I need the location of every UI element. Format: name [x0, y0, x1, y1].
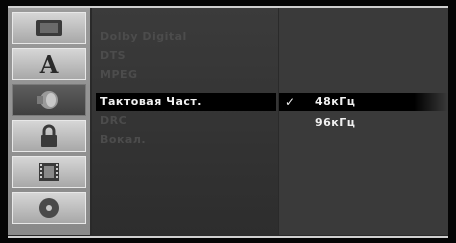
audio-options-column: Dolby Digital DTS MPEG Тактовая Част. DR…	[92, 8, 278, 235]
recording-icon	[39, 163, 59, 181]
value-column: ✓ 48кГц 96кГц	[279, 8, 448, 235]
category-recording[interactable]	[12, 156, 86, 188]
screen: A Dolby Digital DTS MPEG Тактовая Част. …	[0, 0, 456, 243]
option-drc[interactable]: DRC	[96, 112, 276, 130]
checkmark-icon: ✓	[285, 95, 296, 109]
option-mpeg[interactable]: MPEG	[96, 66, 276, 84]
audio-icon	[37, 91, 58, 109]
option-vocal[interactable]: Вокал.	[96, 131, 276, 149]
value-label: 48кГц	[315, 95, 356, 108]
category-icon-column: A	[8, 8, 90, 235]
option-dolby-digital[interactable]: Dolby Digital	[96, 28, 276, 46]
display-icon	[36, 20, 62, 36]
value-48khz[interactable]: ✓ 48кГц	[279, 93, 448, 111]
option-sample-rate[interactable]: Тактовая Част.	[96, 93, 276, 111]
category-lock[interactable]	[12, 120, 86, 152]
category-display[interactable]	[12, 12, 86, 44]
category-disc[interactable]	[12, 192, 86, 224]
option-dts[interactable]: DTS	[96, 47, 276, 65]
language-icon: A	[39, 49, 59, 79]
value-96khz[interactable]: 96кГц	[279, 114, 448, 132]
category-audio[interactable]	[12, 84, 86, 116]
disc-icon	[39, 198, 59, 218]
category-language[interactable]: A	[12, 48, 86, 80]
value-label: 96кГц	[315, 116, 356, 129]
lock-icon	[41, 124, 57, 147]
